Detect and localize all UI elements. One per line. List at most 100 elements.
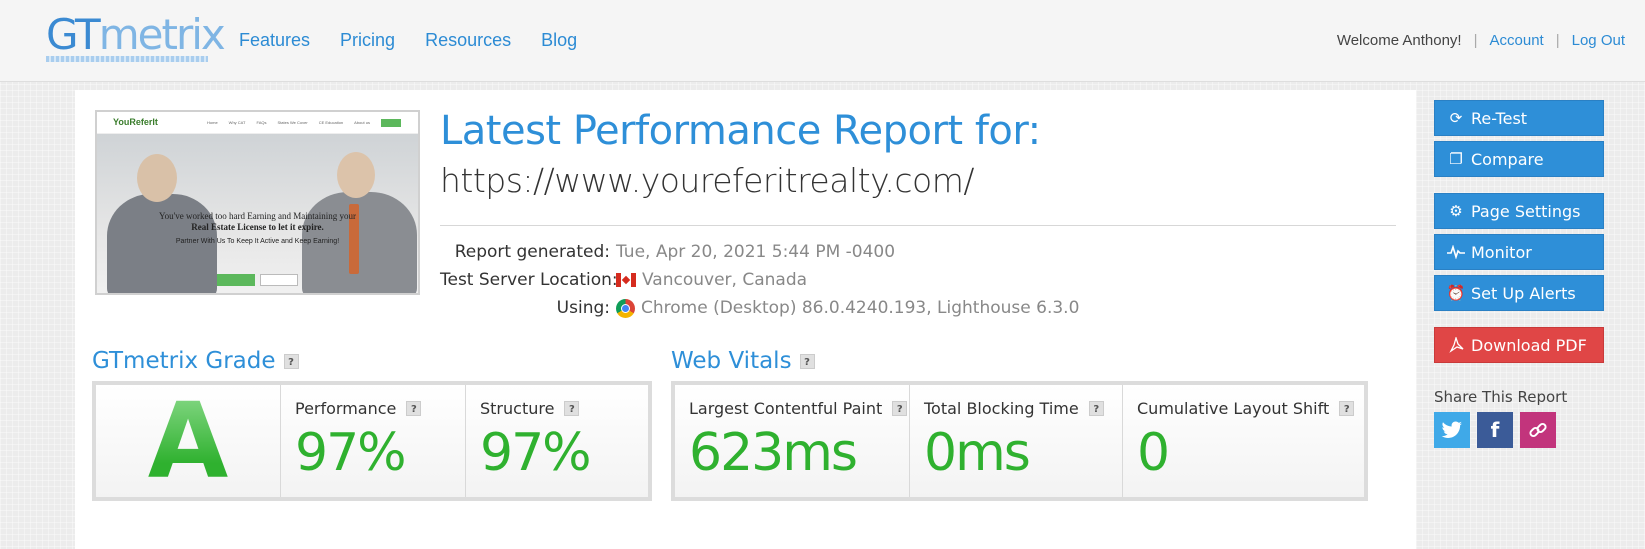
- thumbnail-cta-button: [217, 274, 255, 286]
- report-panel: YouReferIt Home Why CAT FAQs States We C…: [75, 90, 1416, 549]
- thumbnail-site-logo: YouReferIt: [113, 117, 158, 127]
- vitals-box: Largest Contentful Paint ? 623ms Total B…: [671, 381, 1368, 501]
- structure-cell: Structure ? 97%: [466, 385, 648, 497]
- browser-value-wrap: Chrome (Desktop) 86.0.4240.193, Lighthou…: [616, 298, 1079, 318]
- help-icon[interactable]: ?: [1339, 401, 1355, 416]
- nav-pricing[interactable]: Pricing: [340, 30, 395, 51]
- report-title: Latest Performance Report for:: [440, 108, 1041, 154]
- performance-cell: Performance ? 97%: [281, 385, 466, 497]
- thumbnail-hero-image: You've worked too hard Earning and Maint…: [97, 134, 418, 293]
- thumbnail-signup-button: [381, 119, 401, 127]
- nav-blog[interactable]: Blog: [541, 30, 577, 51]
- server-location-row: Test Server Location: Vancouver, Canada: [440, 266, 1140, 294]
- retest-button[interactable]: ⟳ Re-Test: [1434, 100, 1604, 136]
- logo-underline: [46, 56, 208, 62]
- tbt-label-wrap: Total Blocking Time ?: [924, 399, 1104, 418]
- page-settings-button[interactable]: ⚙ Page Settings: [1434, 193, 1604, 229]
- logo-metrix: metrix: [98, 10, 226, 59]
- thumbnail-headline-line: You've worked too hard Earning and Maint…: [159, 211, 356, 221]
- structure-value: 97%: [480, 423, 592, 483]
- logo-gt: GT: [46, 10, 101, 59]
- tbt-label: Total Blocking Time: [924, 399, 1079, 418]
- thumbnail-link: Home: [207, 120, 218, 125]
- report-url: https://www.youreferitrealty.com/: [440, 161, 974, 200]
- server-location-label: Test Server Location:: [440, 270, 618, 290]
- thumbnail-link: CE Education: [318, 120, 344, 125]
- retest-label: Re-Test: [1471, 108, 1528, 128]
- thumbnail-cta-button: [260, 274, 298, 286]
- page-settings-label: Page Settings: [1471, 201, 1581, 221]
- browser-row: Using: Chrome (Desktop) 86.0.4240.193, L…: [440, 294, 1140, 322]
- alarm-clock-icon: ⏰: [1446, 284, 1466, 302]
- nav-features[interactable]: Features: [239, 30, 310, 51]
- thumbnail-person: [337, 152, 375, 198]
- twitter-icon: [1441, 421, 1463, 438]
- grade-letter: A: [96, 385, 280, 497]
- help-icon[interactable]: ?: [283, 353, 299, 369]
- server-location-value-wrap: Vancouver, Canada: [616, 270, 807, 290]
- help-icon[interactable]: ?: [406, 401, 422, 416]
- tbt-cell: Total Blocking Time ? 0ms: [910, 385, 1123, 497]
- gear-icon: ⚙: [1449, 202, 1463, 220]
- logout-link[interactable]: Log Out: [1572, 32, 1625, 49]
- grade-section-title: GTmetrix Grade ?: [92, 348, 299, 374]
- facebook-icon: f: [1490, 418, 1500, 442]
- divider: |: [1555, 32, 1560, 49]
- thumbnail-link: States We Cover: [277, 120, 308, 125]
- cls-cell: Cumulative Layout Shift ? 0: [1123, 385, 1364, 497]
- thumbnail-link: FAQs: [256, 120, 267, 125]
- thumbnail-headline: You've worked too hard Earning and Maint…: [97, 211, 418, 233]
- lcp-cell: Largest Contentful Paint ? 623ms: [675, 385, 910, 497]
- grade-box: A Performance ? 97% Structure ? 97%: [92, 381, 652, 501]
- share-title: Share This Report: [1434, 388, 1568, 406]
- compare-label: Compare: [1471, 149, 1544, 169]
- thumbnail-link: Why CAT: [228, 120, 246, 125]
- structure-label: Structure: [480, 399, 555, 418]
- account-link[interactable]: Account: [1490, 32, 1544, 49]
- help-icon[interactable]: ?: [1088, 401, 1104, 416]
- copy-icon: ❐: [1449, 150, 1463, 168]
- page-screenshot-thumbnail[interactable]: YouReferIt Home Why CAT FAQs States We C…: [95, 110, 420, 295]
- help-icon[interactable]: ?: [564, 401, 580, 416]
- thumbnail-site-links: Home Why CAT FAQs States We Cover CE Edu…: [207, 120, 400, 125]
- facebook-share-button[interactable]: f: [1477, 412, 1513, 448]
- nav-resources[interactable]: Resources: [425, 30, 511, 51]
- pulse-icon: [1447, 243, 1465, 261]
- thumbnail-subline: Partner With Us To Keep It Active and Ke…: [175, 238, 340, 245]
- browser-value: Chrome (Desktop) 86.0.4240.193, Lighthou…: [641, 298, 1080, 318]
- top-navigation-bar: GTmetrix Features Pricing Resources Blog…: [0, 0, 1645, 82]
- set-up-alerts-button[interactable]: ⏰ Set Up Alerts: [1434, 275, 1604, 311]
- cls-label: Cumulative Layout Shift: [1137, 399, 1330, 418]
- download-pdf-button[interactable]: Download PDF: [1434, 327, 1604, 363]
- vitals-title: Web Vitals: [671, 348, 792, 374]
- chrome-icon: [616, 298, 635, 318]
- compare-button[interactable]: ❐ Compare: [1434, 141, 1604, 177]
- report-generated-value: Tue, Apr 20, 2021 5:44 PM -0400: [616, 242, 896, 262]
- report-generated-label: Report generated:: [454, 242, 610, 262]
- refresh-icon: ⟳: [1449, 109, 1463, 127]
- divider: |: [1473, 32, 1478, 49]
- pdf-icon: [1447, 336, 1465, 354]
- twitter-share-button[interactable]: [1434, 412, 1470, 448]
- lcp-label-wrap: Largest Contentful Paint ?: [689, 399, 908, 418]
- share-buttons: f: [1434, 412, 1556, 448]
- cls-label-wrap: Cumulative Layout Shift ?: [1137, 399, 1355, 418]
- report-details: Report generated: Tue, Apr 20, 2021 5:44…: [440, 238, 1140, 322]
- grade-letter-cell: A: [96, 385, 281, 497]
- grade-title: GTmetrix Grade: [92, 348, 276, 374]
- structure-label-wrap: Structure ?: [480, 399, 580, 418]
- thumbnail-link: About us: [354, 120, 370, 125]
- monitor-button[interactable]: Monitor: [1434, 234, 1604, 270]
- welcome-text: Welcome Anthony!: [1336, 32, 1462, 49]
- help-icon[interactable]: ?: [799, 353, 815, 369]
- thumbnail-headline-line: Real Estate License to let it expire.: [191, 222, 324, 232]
- lcp-label: Largest Contentful Paint: [689, 399, 883, 418]
- help-icon[interactable]: ?: [892, 401, 908, 416]
- canada-flag-icon: [616, 273, 636, 287]
- copy-link-button[interactable]: [1520, 412, 1556, 448]
- report-generated-row: Report generated: Tue, Apr 20, 2021 5:44…: [440, 238, 1140, 266]
- cls-value: 0: [1137, 423, 1170, 483]
- divider: [440, 225, 1396, 226]
- alerts-label: Set Up Alerts: [1471, 283, 1576, 303]
- server-location-value: Vancouver, Canada: [642, 270, 808, 290]
